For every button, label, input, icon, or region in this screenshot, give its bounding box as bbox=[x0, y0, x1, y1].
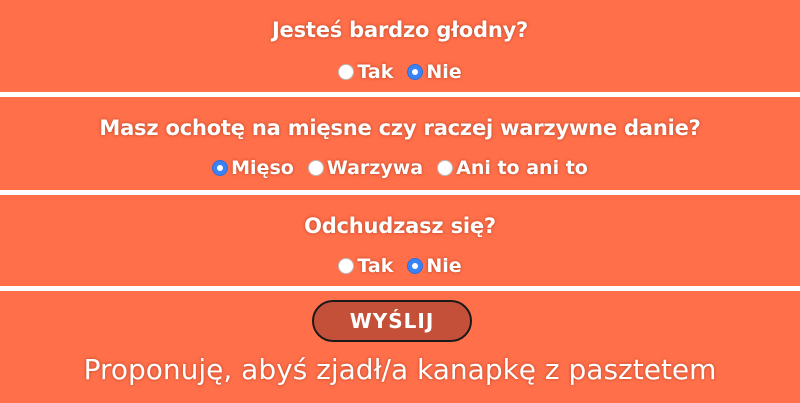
option-label: Warzywa bbox=[326, 157, 424, 179]
option-warzywa[interactable]: Warzywa bbox=[307, 157, 424, 179]
option-tak[interactable]: Tak bbox=[338, 61, 393, 83]
option-tak[interactable]: Tak bbox=[338, 255, 393, 277]
radio-unchecked-icon[interactable] bbox=[437, 160, 454, 176]
option-ani-to-ani-to[interactable]: Ani to ani to bbox=[437, 157, 588, 179]
radio-unchecked-icon[interactable] bbox=[338, 258, 355, 274]
question-title: Jesteś bardzo głodny? bbox=[271, 18, 529, 42]
option-nie[interactable]: Nie bbox=[407, 61, 462, 83]
question-title: Masz ochotę na mięsne czy raczej warzywn… bbox=[99, 116, 701, 140]
survey-page: Jesteś bardzo głodny? Tak Nie Masz ochot… bbox=[0, 0, 800, 403]
option-label: Tak bbox=[357, 61, 394, 83]
submit-section: WYŚLIJ Proponuję, abyś zjadł/a kanapkę z… bbox=[0, 291, 800, 403]
question-dish-type: Masz ochotę na mięsne czy raczej warzywn… bbox=[0, 97, 800, 190]
option-mieso[interactable]: Mięso bbox=[212, 157, 294, 179]
option-label: Tak bbox=[357, 255, 394, 277]
result-text: Proponuję, abyś zjadł/a kanapkę z paszte… bbox=[83, 353, 717, 386]
radio-checked-icon[interactable] bbox=[212, 160, 229, 176]
radio-checked-icon[interactable] bbox=[407, 258, 424, 274]
radio-unchecked-icon[interactable] bbox=[338, 64, 355, 80]
question-hunger: Jesteś bardzo głodny? Tak Nie bbox=[0, 0, 800, 92]
option-label: Ani to ani to bbox=[456, 157, 588, 179]
option-label: Nie bbox=[426, 255, 462, 277]
question-title: Odchudzasz się? bbox=[304, 214, 496, 238]
option-label: Nie bbox=[426, 61, 462, 83]
submit-button[interactable]: WYŚLIJ bbox=[312, 300, 472, 342]
question-diet: Odchudzasz się? Tak Nie bbox=[0, 195, 800, 286]
answer-options: Mięso Warzywa Ani to ani to bbox=[0, 157, 800, 179]
answer-options: Tak Nie bbox=[0, 255, 800, 277]
radio-unchecked-icon[interactable] bbox=[307, 160, 324, 176]
answer-options: Tak Nie bbox=[0, 61, 800, 83]
option-label: Mięso bbox=[231, 157, 294, 179]
option-nie[interactable]: Nie bbox=[407, 255, 462, 277]
radio-checked-icon[interactable] bbox=[407, 64, 424, 80]
